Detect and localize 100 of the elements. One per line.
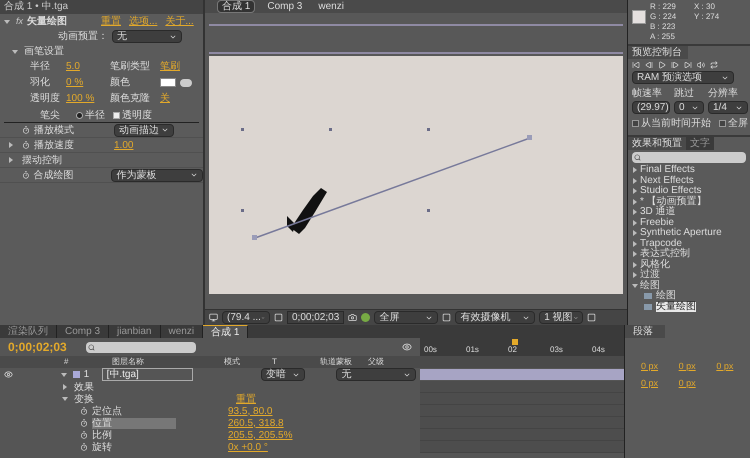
switch-icon[interactable] (402, 342, 412, 352)
indent-field[interactable]: 0 px (670, 376, 704, 390)
time-field[interactable]: 0;00;02;03 (287, 311, 344, 324)
previous-frame-icon[interactable] (645, 61, 653, 69)
stopwatch-icon[interactable] (80, 431, 88, 439)
param-value[interactable]: 0 % (66, 75, 84, 90)
effect-link[interactable]: 关于... (165, 14, 194, 29)
checkbox[interactable] (632, 120, 639, 127)
indent-field[interactable]: 0 px (670, 360, 704, 374)
stopwatch-icon[interactable] (80, 419, 88, 427)
timeline-tab[interactable]: 渲染队列 (0, 325, 57, 338)
bounding-handle[interactable] (241, 209, 244, 212)
resolution-dropdown[interactable]: 全屏 (374, 311, 438, 324)
indent-field[interactable]: 0 px (633, 360, 667, 374)
param-value[interactable]: 笔刷 (160, 59, 180, 74)
preview-dropdown[interactable]: 0 (674, 101, 704, 114)
effect-category[interactable]: Final Effects (640, 165, 695, 176)
mode-dropdown[interactable]: 变暗 (260, 368, 305, 381)
param-value[interactable]: 关 (160, 91, 170, 106)
effect-category[interactable]: Next Effects (640, 176, 694, 186)
effect-category[interactable]: 表达式控制 (640, 249, 690, 260)
current-time[interactable]: 0;00;02;03 (8, 338, 78, 356)
effect-category[interactable]: * 【动画预置】 (640, 196, 707, 207)
collapsed-triangle-icon[interactable] (632, 240, 638, 247)
collapsed-triangle-icon[interactable] (632, 188, 638, 194)
collapsed-triangle-icon[interactable] (632, 198, 638, 205)
stopwatch-icon[interactable] (80, 443, 88, 451)
loop-icon[interactable] (710, 61, 718, 69)
checkbox[interactable] (719, 120, 726, 127)
collapsed-triangle-icon[interactable] (632, 178, 638, 184)
radio-button[interactable] (76, 112, 83, 118)
comp-breadcrumb[interactable]: wenzi (314, 1, 348, 12)
color-channels-icon[interactable] (361, 313, 370, 322)
collapsed-triangle-icon[interactable] (62, 384, 68, 390)
effect-category[interactable]: 绘图 (640, 280, 660, 291)
timeline-tab[interactable]: Comp 3 (57, 325, 110, 338)
bounding-handle[interactable] (241, 128, 244, 131)
collapsed-triangle-icon[interactable] (632, 230, 638, 236)
collapsed-triangle-icon[interactable] (632, 220, 638, 226)
bounding-handle[interactable] (427, 209, 430, 212)
panel-tab[interactable]: 效果和预置 (628, 137, 686, 150)
collapsed-triangle-icon[interactable] (632, 167, 638, 174)
bounding-handle[interactable] (427, 128, 430, 131)
zoom-dropdown[interactable]: (79.4 ... (222, 311, 270, 324)
stopwatch-icon[interactable] (22, 141, 30, 149)
layer-search-field[interactable] (86, 342, 196, 352)
collapsed-triangle-icon[interactable] (632, 262, 638, 268)
effect-category[interactable]: Trapcode (640, 238, 682, 249)
indent-field[interactable]: 0 px (633, 376, 667, 390)
property-value[interactable]: 1.00 (114, 138, 134, 152)
property-value[interactable]: 0x +0.0 ° (228, 440, 268, 454)
expanded-triangle-icon[interactable] (12, 48, 18, 54)
views-dropdown[interactable]: 1 视图 (539, 311, 584, 324)
param-value[interactable]: 5.0 (66, 59, 80, 74)
first-frame-icon[interactable] (632, 61, 640, 69)
param-value[interactable]: 100 % (66, 91, 94, 106)
snapshot-icon[interactable] (348, 313, 358, 322)
timeline-tab[interactable]: 合成 1 (203, 325, 248, 338)
collapsed-triangle-icon[interactable] (632, 251, 638, 258)
search-field[interactable] (632, 152, 746, 163)
layer-name[interactable]: [中.tga] (102, 368, 194, 381)
preview-dropdown[interactable]: 1/4 (708, 101, 748, 114)
panel-tab[interactable]: 文字 (686, 137, 714, 150)
stopwatch-icon[interactable] (80, 407, 88, 415)
next-frame-icon[interactable] (671, 61, 679, 69)
effect-category[interactable]: Studio Effects (640, 186, 702, 196)
effect-link[interactable]: 重置 (101, 14, 122, 29)
comp-breadcrumb[interactable]: Comp 3 (263, 1, 306, 12)
collapsed-triangle-icon[interactable] (8, 157, 14, 163)
parent-dropdown[interactable]: 无 (336, 368, 416, 381)
last-frame-icon[interactable] (684, 61, 692, 69)
color-swatch[interactable] (160, 78, 176, 87)
comp-breadcrumb[interactable]: 合成 1 (217, 0, 256, 13)
collapsed-triangle-icon[interactable] (632, 209, 638, 216)
checkbox[interactable] (113, 112, 120, 118)
effect-category[interactable]: Freebie (640, 218, 674, 228)
play-icon[interactable] (658, 61, 666, 69)
effect-category[interactable]: 过渡 (640, 270, 660, 280)
indent-field[interactable]: 0 px (708, 360, 742, 374)
effect-item[interactable]: 矢量绘图 (656, 302, 696, 312)
property-value[interactable]: 260.5, 318.8 (228, 416, 284, 430)
effect-item[interactable]: 绘图 (656, 291, 676, 302)
effect-link[interactable]: 选项... (129, 14, 158, 29)
property-value[interactable]: 93.5, 80.0 (228, 404, 272, 418)
property-value[interactable]: 重置 (236, 392, 256, 406)
property-dropdown[interactable]: 动画描边 (114, 124, 174, 136)
stopwatch-icon[interactable] (22, 171, 30, 179)
camera-dropdown[interactable]: 有效摄像机 (455, 311, 536, 324)
effect-category[interactable]: 3D 通道 (640, 207, 676, 218)
collapsed-triangle-icon[interactable] (8, 142, 14, 148)
display-icon[interactable] (209, 313, 218, 322)
timeline-tab[interactable]: jianbian (109, 325, 160, 338)
stopwatch-icon[interactable] (22, 126, 30, 134)
bounding-handle[interactable] (329, 128, 332, 131)
preset-dropdown[interactable]: 无 (112, 30, 182, 43)
visibility-icon[interactable] (4, 370, 13, 379)
audio-icon[interactable] (697, 61, 705, 69)
panel-tab[interactable]: 段落 (625, 325, 665, 338)
panel-tab[interactable]: 预览控制台 (628, 46, 688, 59)
effect-category[interactable]: 风格化 (640, 260, 670, 270)
